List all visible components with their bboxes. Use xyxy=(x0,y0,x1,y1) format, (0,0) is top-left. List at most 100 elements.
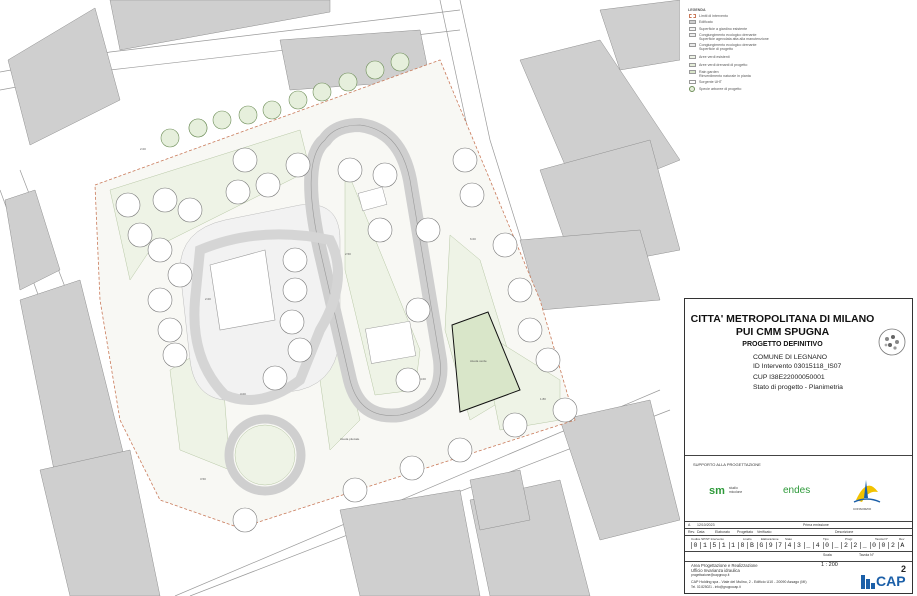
sheet-label: Tavola N° xyxy=(859,553,875,557)
legend-swatch-11 xyxy=(689,80,696,84)
code-cell: _ xyxy=(832,542,840,549)
area-label-b: Aiuola pluviale xyxy=(340,437,360,441)
cap-logo-icon xyxy=(861,575,875,589)
code-cell: 4 xyxy=(785,542,793,549)
tree-icon xyxy=(285,152,311,178)
code-cell: 2 xyxy=(841,542,849,549)
scale-value: 1 : 200 xyxy=(821,562,838,568)
rev-header-3: Progettato xyxy=(737,530,754,534)
rev-header-4: Verificato xyxy=(757,530,772,534)
legend-item-8: Aree verdi drenanti di progetto xyxy=(699,63,748,67)
title-line-2: PUI CMM SPUGNA xyxy=(735,326,830,338)
tree-icon xyxy=(167,262,193,288)
tree-icon xyxy=(232,147,258,173)
cup-label: CUP I38E22000050001 xyxy=(753,374,825,381)
legend-item-4: Superficie agevolata atta alla manutenzi… xyxy=(699,37,769,41)
legend-swatch-2 xyxy=(689,27,696,31)
code-cell: 9 xyxy=(766,542,774,549)
tree-icon xyxy=(282,247,308,273)
legend-swatch-8 xyxy=(689,63,696,67)
rev-header-1: Data xyxy=(697,530,705,534)
tree-icon xyxy=(152,187,178,213)
rev-date: 12/10/2023 xyxy=(697,523,715,527)
cmm-logo-icon xyxy=(878,328,906,356)
tree-icon xyxy=(399,455,425,481)
tree-icon xyxy=(415,217,441,243)
tree-icon xyxy=(312,82,332,102)
office-email: progettazione@capgroup.it xyxy=(691,573,730,577)
legend-swatch-0 xyxy=(689,14,696,18)
dim-label-3: 2.50 xyxy=(345,252,351,256)
dim-label-5: 6.00 xyxy=(470,237,476,241)
legend-swatch-5 xyxy=(689,43,696,47)
code-cell: 2 xyxy=(850,542,859,549)
code-cell: _ xyxy=(803,542,812,549)
code-cell: 0 xyxy=(822,542,831,549)
tree-icon xyxy=(552,397,578,423)
site-plan: 2.00 1.50 3.00 2.50 4.00 6.00 2.00 3.50 … xyxy=(0,0,680,596)
tree-icon xyxy=(492,232,518,258)
code-cell: 1 xyxy=(728,542,737,549)
tree-icon xyxy=(372,162,398,188)
support-label: SUPPORTO ALLA PROGETTAZIONE xyxy=(693,462,761,467)
consortium-logo-icon xyxy=(853,480,881,503)
id-intervento: ID Intervento 03015118_IS07 xyxy=(753,363,842,370)
title-line-1: CITTA' METROPOLITANA DI MILANO xyxy=(690,313,875,325)
code-cell: 1 xyxy=(700,542,708,549)
legend-item-12: Specie arboree di progetto xyxy=(699,87,742,91)
code-cell: 0 xyxy=(869,542,878,549)
tree-icon xyxy=(188,118,208,138)
tree-icon xyxy=(365,60,385,80)
code-cell: 0 xyxy=(879,542,887,549)
legend-swatch-1 xyxy=(689,20,696,24)
tree-icon xyxy=(395,367,421,393)
legend-title: LEGENDA xyxy=(688,8,706,12)
code-cell: A xyxy=(897,542,906,549)
cap-logo: CAP xyxy=(876,573,906,589)
comune-label: COMUNE DI LEGNANO xyxy=(753,354,828,361)
rev-header-0: Rev. xyxy=(688,530,695,534)
tree-icon xyxy=(255,172,281,198)
code-cell: 7 xyxy=(775,542,784,549)
tree-icon xyxy=(115,192,141,218)
legend-swatch-7 xyxy=(689,55,696,59)
tree-icon xyxy=(338,72,358,92)
tree-icon xyxy=(367,217,393,243)
dim-label-4: 4.00 xyxy=(420,377,426,381)
tree-icon xyxy=(225,179,251,205)
tree-icon xyxy=(127,222,153,248)
company-line: CAP Holding spa - Viale del Mulino, 2 - … xyxy=(691,580,807,584)
code-header-2: Elaborazione xyxy=(761,537,779,541)
tree-icon xyxy=(212,110,232,130)
tree-icon xyxy=(517,317,543,343)
tree-icon xyxy=(262,100,282,120)
code-cell: 5 xyxy=(709,542,718,549)
code-header-5: Progr. xyxy=(845,537,854,541)
tree-icon xyxy=(447,437,473,463)
tree-icon xyxy=(162,342,188,368)
legend-item-2: Superficie a giardino esistente xyxy=(699,27,748,31)
code-cell: 8 xyxy=(738,542,746,549)
code-cell: G xyxy=(756,542,765,549)
endes-logo: endes xyxy=(783,485,811,496)
tree-icon xyxy=(452,147,478,173)
tree-icon xyxy=(262,365,288,391)
rev-header-5: Descrizione xyxy=(835,530,854,534)
tree-icon xyxy=(232,507,258,533)
tree-icon xyxy=(507,277,533,303)
rev-header-2: Elaborato xyxy=(715,530,730,534)
legend-item-1: Edificato xyxy=(699,20,713,24)
tree-icon xyxy=(342,477,368,503)
code-cell: 3 xyxy=(794,542,802,549)
dim-label-0: 2.00 xyxy=(205,297,211,301)
sm-logo-sub: studio micolone xyxy=(729,486,743,494)
legend-swatch-9 xyxy=(689,70,696,74)
code-header-1: Livello xyxy=(743,537,752,541)
code-header-4: Tipo xyxy=(823,537,829,541)
code-header-6: Tavola N° xyxy=(875,537,888,541)
code-header-7: Rev xyxy=(899,537,905,541)
phase-label: PROGETTO DEFINITIVO xyxy=(742,341,823,348)
tree-icon xyxy=(177,197,203,223)
code-header-0: Codice SP/ST Intervento xyxy=(691,537,724,541)
legend-item-6: Superficie di progetto xyxy=(699,47,733,51)
